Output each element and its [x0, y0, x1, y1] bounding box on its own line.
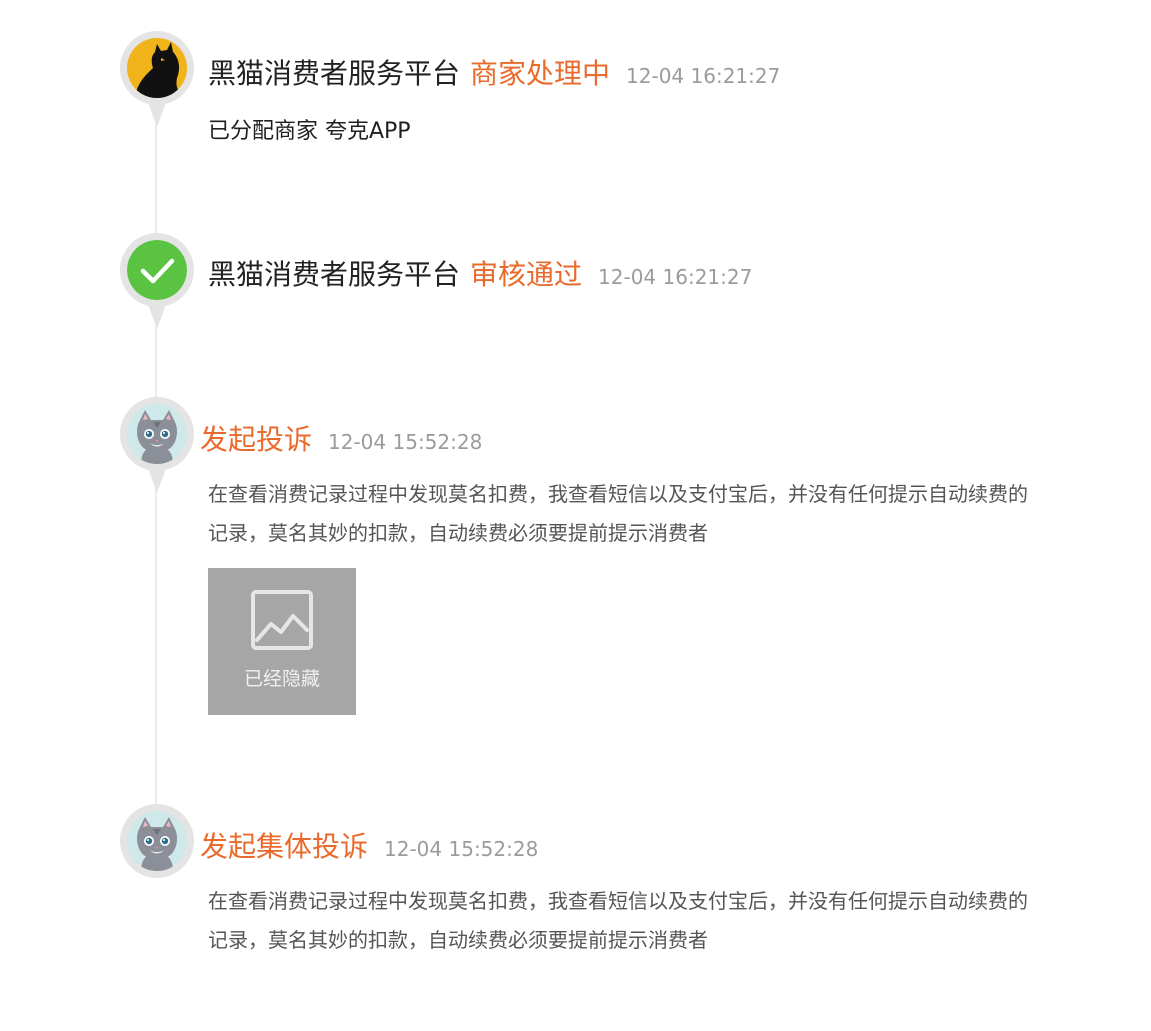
gray-cat-avatar-icon	[127, 404, 187, 464]
entry-status: 商家处理中	[470, 57, 611, 90]
entry-status: 发起投诉	[200, 423, 313, 456]
avatar	[120, 397, 194, 493]
entry-status: 发起集体投诉	[200, 830, 369, 863]
avatar	[120, 233, 194, 329]
gray-cat-avatar-icon	[127, 811, 187, 871]
entry-author: 黑猫消费者服务平台	[208, 258, 461, 291]
avatar	[120, 804, 194, 900]
avatar	[120, 31, 194, 127]
entry-header: 发起投诉 12-04 15:52:28	[200, 418, 482, 458]
entry-description: 已分配商家 夸克APP	[208, 119, 411, 144]
entry-time: 12-04 16:21:27	[626, 64, 781, 88]
image-icon	[251, 590, 313, 650]
hidden-image[interactable]: 已经隐藏	[208, 568, 356, 715]
hidden-image-label: 已经隐藏	[243, 668, 320, 690]
entry-time: 12-04 16:21:27	[598, 265, 753, 289]
entry-author: 黑猫消费者服务平台	[208, 57, 461, 90]
complaint-text: 在查看消费记录过程中发现莫名扣费，我查看短信以及支付宝后，并没有任何提示自动续费…	[208, 482, 1028, 545]
entry-header: 发起集体投诉 12-04 15:52:28	[200, 825, 538, 865]
complaint-text: 在查看消费记录过程中发现莫名扣费，我查看短信以及支付宝后，并没有任何提示自动续费…	[208, 889, 1028, 952]
entry-status: 审核通过	[470, 258, 583, 291]
entry-time: 12-04 15:52:28	[328, 430, 483, 454]
entry-header: 黑猫消费者服务平台 商家处理中 12-04 16:21:27	[208, 52, 780, 92]
entry-time: 12-04 15:52:28	[384, 837, 539, 861]
black-cat-logo-icon	[127, 38, 187, 98]
entry-header: 黑猫消费者服务平台 审核通过 12-04 16:21:27	[208, 253, 752, 293]
check-icon	[127, 240, 187, 300]
